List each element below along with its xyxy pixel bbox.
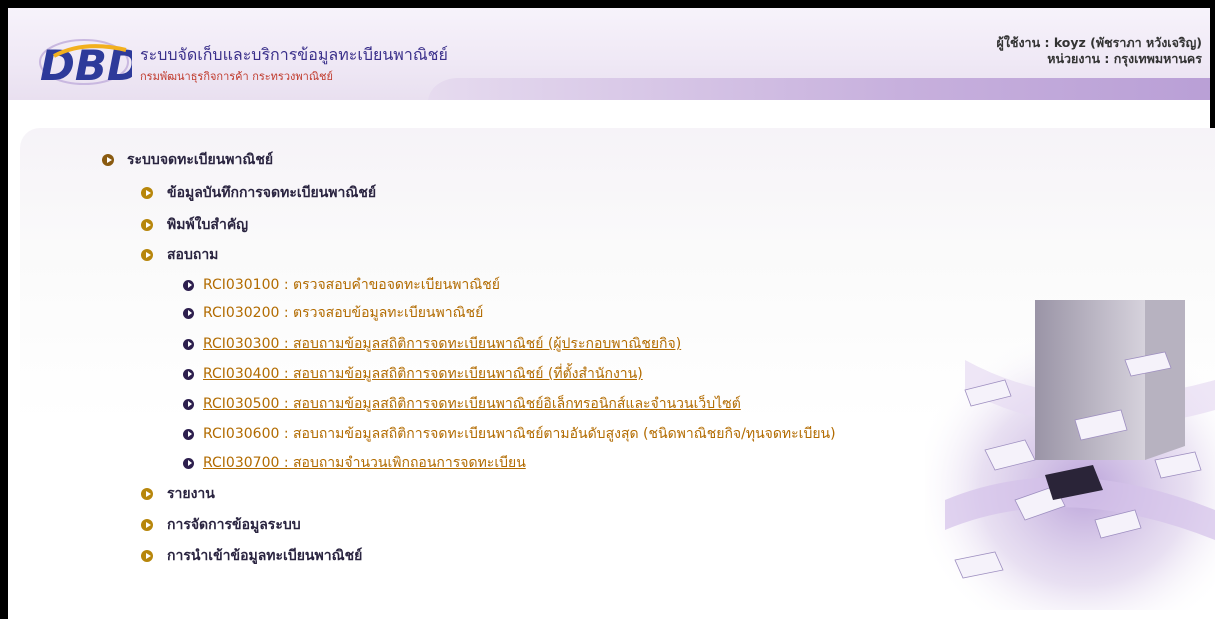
inquiry-link-rci030300[interactable]: RCI030300 : สอบถามข้อมูลสถิติการจดทะเบีย… <box>183 334 681 354</box>
unit-line: หน่วยงาน : กรุงเทพมหานคร <box>1047 51 1202 66</box>
menu-item-records[interactable]: ข้อมูลบันทึกการจดทะเบียนพาณิชย์ <box>141 183 376 203</box>
menu-root[interactable]: ระบบจดทะเบียนพาณิชย์ <box>102 150 273 170</box>
menu-item-inquiry[interactable]: สอบถาม <box>141 245 218 265</box>
bullet-arrow-icon <box>183 457 194 469</box>
menu-item-label: การจัดการข้อมูลระบบ <box>167 517 301 533</box>
inquiry-link-rci030600[interactable]: RCI030600 : สอบถามข้อมูลสถิติการจดทะเบีย… <box>183 424 836 444</box>
bullet-arrow-icon <box>141 249 153 261</box>
bullet-arrow-icon <box>141 488 153 500</box>
menu-item-label: รายงาน <box>167 486 215 502</box>
user-info: ผู้ใช้งาน : koyz (พัชราภา หวังเจริญ) หน่… <box>997 35 1202 67</box>
inquiry-link-rci030400[interactable]: RCI030400 : สอบถามข้อมูลสถิติการจดทะเบีย… <box>183 364 643 384</box>
inquiry-link-rci030700[interactable]: RCI030700 : สอบถามจำนวนเพิกถอนการจดทะเบี… <box>183 453 526 473</box>
header-swoosh <box>428 78 1210 100</box>
menu-item-system-admin[interactable]: การจัดการข้อมูลระบบ <box>141 515 301 535</box>
window-frame-left <box>0 0 8 619</box>
menu-item-label: สอบถาม <box>167 247 219 263</box>
system-title: ระบบจัดเก็บและบริการข้อมูลทะเบียนพาณิชย์ <box>140 45 448 64</box>
bullet-arrow-icon <box>141 550 153 562</box>
inquiry-link-label: RCI030200 : ตรวจสอบข้อมูลทะเบียนพาณิชย์ <box>203 305 484 321</box>
bullet-arrow-icon <box>183 338 194 350</box>
inquiry-link-label: RCI030600 : สอบถามข้อมูลสถิติการจดทะเบีย… <box>203 426 836 442</box>
decorative-papers-illustration <box>925 300 1215 610</box>
inquiry-link-rci030100[interactable]: RCI030100 : ตรวจสอบคำขอจดทะเบียนพาณิชย์ <box>183 275 500 295</box>
bullet-arrow-icon <box>183 428 194 440</box>
menu-item-label: ข้อมูลบันทึกการจดทะเบียนพาณิชย์ <box>167 185 377 201</box>
window-frame-top <box>0 0 1215 8</box>
window-frame-right <box>1210 0 1215 130</box>
bullet-arrow-icon <box>183 398 194 410</box>
department-title: กรมพัฒนาธุรกิจการค้า กระทรวงพาณิชย์ <box>140 70 333 83</box>
bullet-arrow-icon <box>141 187 153 199</box>
inquiry-link-label: RCI030700 : สอบถามจำนวนเพิกถอนการจดทะเบี… <box>203 455 526 471</box>
menu-item-print[interactable]: พิมพ์ใบสำคัญ <box>141 215 248 235</box>
bullet-arrow-icon <box>183 279 194 291</box>
page-header: DBD ระบบจัดเก็บและบริการข้อมูลทะเบียนพาณ… <box>8 8 1210 100</box>
inquiry-link-rci030500[interactable]: RCI030500 : สอบถามข้อมูลสถิติการจดทะเบีย… <box>183 394 741 414</box>
inquiry-link-label: RCI030100 : ตรวจสอบคำขอจดทะเบียนพาณิชย์ <box>203 277 500 293</box>
dbd-logo: DBD <box>39 39 132 88</box>
inquiry-link-label: RCI030500 : สอบถามข้อมูลสถิติการจดทะเบีย… <box>203 396 741 412</box>
bullet-arrow-icon <box>141 219 153 231</box>
inquiry-link-label: RCI030300 : สอบถามข้อมูลสถิติการจดทะเบีย… <box>203 336 682 352</box>
bullet-arrow-icon <box>183 368 194 380</box>
bullet-arrow-icon <box>141 519 153 531</box>
bullet-arrow-icon <box>102 154 114 166</box>
inquiry-link-label: RCI030400 : สอบถามข้อมูลสถิติการจดทะเบีย… <box>203 366 643 382</box>
bullet-arrow-icon <box>183 307 194 319</box>
menu-item-label: การนำเข้าข้อมูลทะเบียนพาณิชย์ <box>167 548 363 564</box>
inquiry-link-rci030200[interactable]: RCI030200 : ตรวจสอบข้อมูลทะเบียนพาณิชย์ <box>183 303 483 323</box>
menu-item-import[interactable]: การนำเข้าข้อมูลทะเบียนพาณิชย์ <box>141 546 362 566</box>
menu-item-label: พิมพ์ใบสำคัญ <box>167 217 249 233</box>
menu-item-reports[interactable]: รายงาน <box>141 484 215 504</box>
menu-root-label: ระบบจดทะเบียนพาณิชย์ <box>127 152 274 168</box>
user-line: ผู้ใช้งาน : koyz (พัชราภา หวังเจริญ) <box>996 35 1202 50</box>
